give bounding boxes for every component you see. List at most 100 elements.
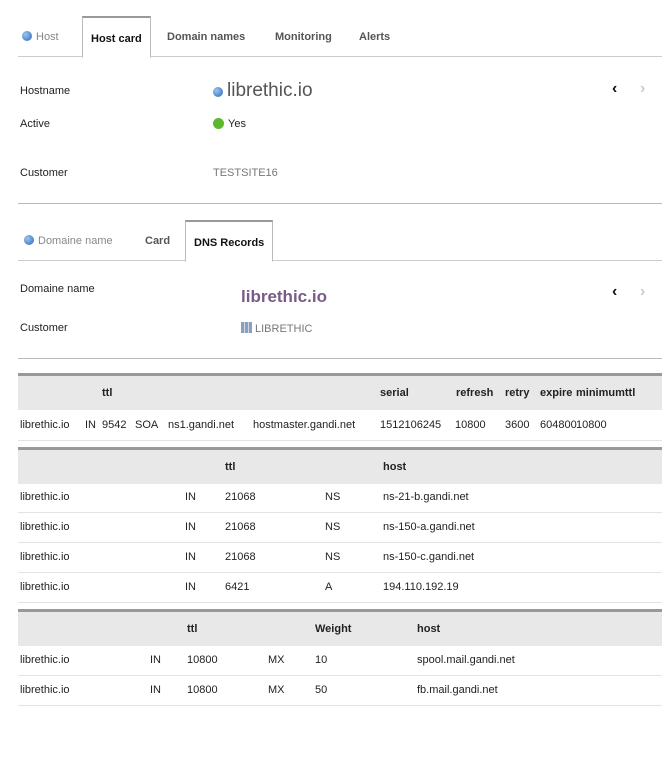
cell: librethic.io: [20, 654, 70, 666]
ns-header: ttl host: [18, 447, 662, 484]
cell: librethic.io: [20, 521, 70, 533]
col-ttl: ttl: [187, 623, 198, 635]
cell: IN: [85, 419, 96, 431]
col-expire: expire: [540, 387, 573, 399]
mx-row: librethic.io IN 10800 MX 10 spool.mail.gandi.…: [18, 645, 662, 676]
col-ttl: ttl: [225, 461, 236, 473]
customer-value: TESTSITE16: [213, 167, 278, 179]
cell: IN: [185, 581, 196, 593]
cell: NS: [325, 521, 341, 533]
cell: 21068: [225, 491, 256, 503]
cell: 21068: [225, 551, 256, 563]
col-serial: serial: [380, 387, 409, 399]
cell: 194.110.192.19: [383, 581, 459, 593]
cell: ns1.gandi.net: [168, 419, 235, 431]
tab-dns-records[interactable]: DNS Records: [185, 220, 274, 262]
tab-domain-names[interactable]: Domain names: [167, 16, 245, 56]
cell: 9542: [102, 419, 127, 431]
tab-alerts[interactable]: Alerts: [359, 16, 390, 56]
cell: librethic.io: [20, 419, 70, 431]
domain-label: Domaine name: [20, 283, 95, 295]
tab-label: Host: [36, 31, 59, 43]
cell: 10800: [187, 684, 218, 696]
tab-host-card[interactable]: Host card: [82, 16, 151, 58]
cell: librethic.io: [20, 491, 70, 503]
cell: 50: [315, 684, 328, 696]
cell: SOA: [135, 419, 159, 431]
cell: librethic.io: [20, 581, 70, 593]
previous-arrow-icon[interactable]: ‹: [612, 80, 617, 98]
col-host: host: [417, 623, 441, 635]
cell: 10800: [576, 419, 607, 431]
active-text: Yes: [228, 118, 246, 130]
col-weight: Weight: [315, 623, 352, 635]
divider: [18, 358, 662, 359]
mx-header: ttl Weight host: [18, 609, 662, 646]
col-refresh: refresh: [456, 387, 494, 399]
hostname-text: librethic.io: [227, 80, 313, 101]
col-host: host: [383, 461, 407, 473]
cell: fb.mail.gandi.net: [417, 684, 498, 696]
cell: hostmaster.gandi.net: [253, 419, 356, 431]
cell: IN: [185, 491, 196, 503]
ns-row: librethic.io IN 21068 NS ns-150-a.gandi.net: [18, 512, 662, 543]
cell: 21068: [225, 521, 256, 533]
globe-icon: [22, 31, 32, 41]
next-arrow-icon[interactable]: ›: [640, 283, 645, 301]
tab-label: Domaine name: [38, 235, 113, 247]
hostname-value: librethic.io: [213, 80, 313, 102]
domain-customer: LIBRETHIC: [241, 322, 312, 335]
cell: 10800: [187, 654, 218, 666]
cell: spool.mail.gandi.net: [417, 654, 515, 666]
globe-icon: [24, 235, 34, 245]
cell: 1512106245: [380, 419, 442, 431]
tab-domaine-name[interactable]: Domaine name: [24, 220, 113, 260]
cell: IN: [150, 684, 161, 696]
cell: 3600: [505, 419, 530, 431]
divider: [18, 203, 662, 204]
domain-tabs: Domaine name Card DNS Records: [18, 220, 662, 262]
previous-arrow-icon[interactable]: ‹: [612, 283, 617, 301]
ns-row: librethic.io IN 6421 A 194.110.192.19: [18, 572, 662, 603]
cell: 604800: [540, 419, 577, 431]
domain-value: librethic.io: [241, 287, 327, 306]
col-ttl: ttl: [102, 387, 113, 399]
cell: IN: [150, 654, 161, 666]
cell: ns-21-b.gandi.net: [383, 491, 469, 503]
cell: ns-150-a.gandi.net: [383, 521, 475, 533]
next-arrow-icon[interactable]: ›: [640, 80, 645, 98]
cell: librethic.io: [20, 684, 70, 696]
globe-icon: [213, 87, 223, 97]
check-icon: [213, 118, 224, 129]
cell: IN: [185, 521, 196, 533]
active-value: Yes: [213, 118, 246, 130]
cell: librethic.io: [20, 551, 70, 563]
cell: IN: [185, 551, 196, 563]
ns-row: librethic.io IN 21068 NS ns-150-c.gandi.net: [18, 542, 662, 573]
hostname-label: Hostname: [20, 85, 71, 97]
cell: ns-150-c.gandi.net: [383, 551, 475, 563]
soa-row: librethic.io IN 9542 SOA ns1.gandi.net h…: [18, 410, 662, 441]
cell: NS: [325, 551, 341, 563]
active-label: Active: [20, 118, 50, 130]
cell: 6421: [225, 581, 250, 593]
col-minimumttl: minimumttl: [576, 387, 636, 399]
customer-label: Customer: [20, 322, 68, 334]
host-tabs: Host Host card Domain names Monitoring A…: [18, 16, 662, 58]
building-icon: [241, 322, 252, 333]
tab-host[interactable]: Host: [22, 16, 59, 56]
customer-label: Customer: [20, 167, 68, 179]
soa-header: ttl serial refresh retry expire minimumt…: [18, 373, 662, 410]
customer-text: LIBRETHIC: [255, 323, 313, 335]
col-retry: retry: [505, 387, 530, 399]
cell: A: [325, 581, 333, 593]
tab-card[interactable]: Card: [145, 220, 170, 260]
mx-row: librethic.io IN 10800 MX 50 fb.mail.gandi.net: [18, 675, 662, 706]
cell: NS: [325, 491, 341, 503]
ns-row: librethic.io IN 21068 NS ns-21-b.gandi.net: [18, 482, 662, 513]
cell: 10800: [455, 419, 486, 431]
cell: 10: [315, 654, 328, 666]
cell: MX: [268, 684, 285, 696]
cell: MX: [268, 654, 285, 666]
tab-monitoring[interactable]: Monitoring: [275, 16, 332, 56]
